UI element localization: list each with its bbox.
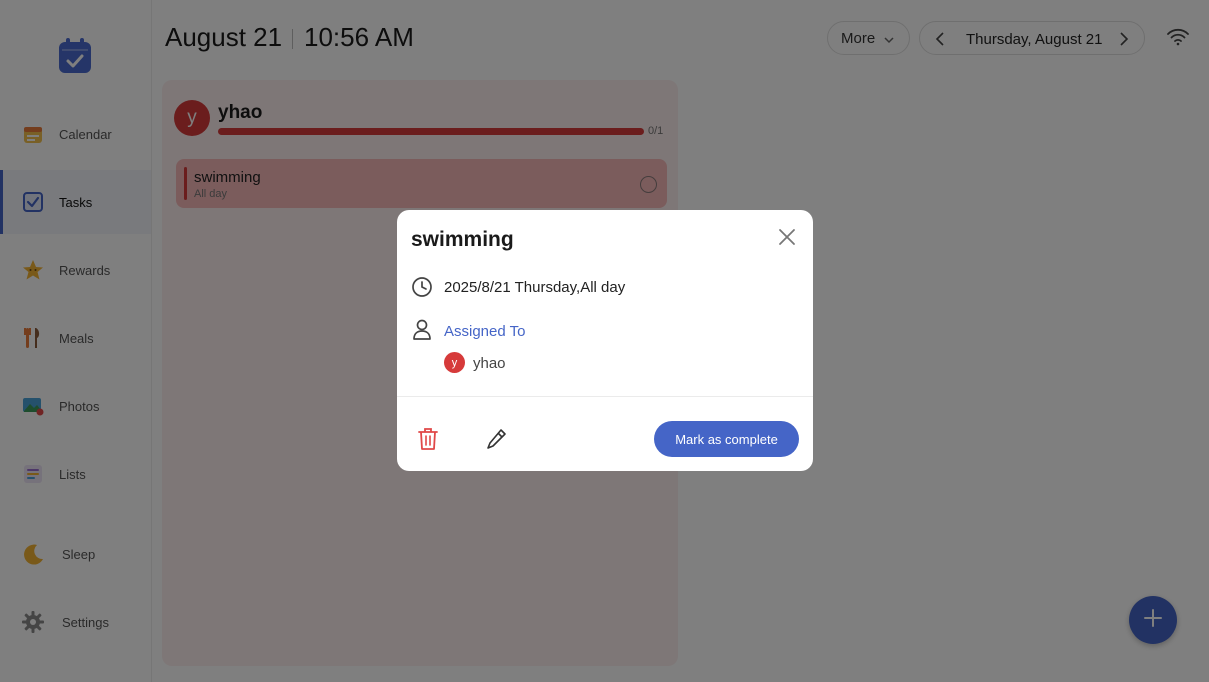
assigned-to-label: Assigned To (444, 323, 526, 340)
close-icon[interactable] (777, 227, 797, 247)
task-datetime: 2025/8/21 Thursday,All day (444, 279, 626, 296)
mark-complete-button[interactable]: Mark as complete (654, 421, 799, 457)
avatar: y (444, 352, 465, 373)
task-detail-dialog: swimming 2025/8/21 Thursday,All day Assi… (397, 210, 813, 471)
trash-icon[interactable] (417, 427, 439, 456)
dialog-divider (397, 396, 813, 397)
pencil-icon[interactable] (486, 427, 508, 456)
person-icon (412, 319, 432, 346)
clock-icon (411, 276, 433, 303)
dialog-title: swimming (411, 228, 514, 251)
assignee-name: yhao (473, 355, 506, 372)
